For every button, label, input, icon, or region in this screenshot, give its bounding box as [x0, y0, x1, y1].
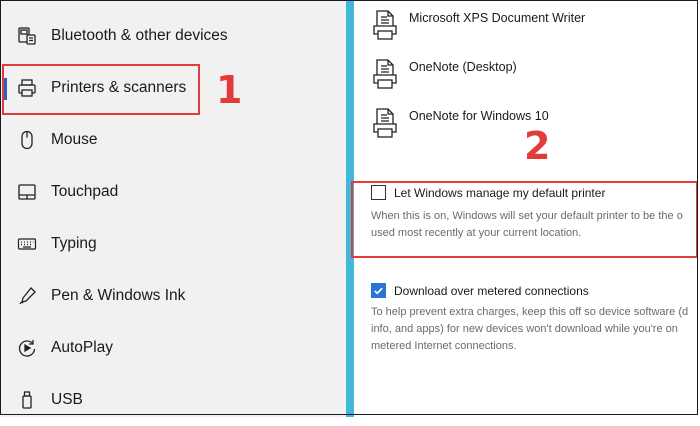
- sidebar-item-autoplay[interactable]: AutoPlay: [0, 322, 346, 374]
- sidebar-item-bluetooth[interactable]: Bluetooth & other devices: [0, 10, 346, 62]
- description-line: info, and apps) for new devices won't do…: [371, 323, 678, 335]
- printers-panel: Microsoft XPS Document Writer OneNote (D…: [351, 0, 700, 417]
- annotation-number-1: 1: [216, 68, 243, 112]
- sidebar-item-label: Mouse: [51, 131, 98, 148]
- mouse-icon: [17, 130, 37, 150]
- sidebar-item-label: USB: [51, 391, 83, 408]
- printer-name: OneNote for Windows 10: [409, 109, 549, 123]
- sidebar-item-typing[interactable]: Typing: [0, 218, 346, 270]
- metered-connections-checkbox[interactable]: Download over metered connections: [371, 283, 589, 298]
- printer-item[interactable]: OneNote (Desktop): [372, 59, 692, 99]
- printer-document-icon: [372, 108, 398, 138]
- printer-document-icon: [372, 59, 398, 89]
- pen-icon: [17, 286, 37, 306]
- annotation-box-step-1: [2, 64, 200, 115]
- autoplay-icon: [17, 338, 37, 358]
- description-line: To help prevent extra charges, keep this…: [371, 306, 689, 318]
- bluetooth-devices-icon: [17, 26, 37, 46]
- sidebar-item-label: Typing: [51, 235, 97, 252]
- sidebar-item-label: Bluetooth & other devices: [51, 27, 228, 44]
- printer-document-icon: [372, 10, 398, 40]
- keyboard-icon: [17, 234, 37, 254]
- printer-name: OneNote (Desktop): [409, 60, 517, 74]
- metered-connections-description: To help prevent extra charges, keep this…: [371, 304, 688, 355]
- sidebar-item-usb[interactable]: USB: [0, 374, 346, 426]
- sidebar-item-pen-windows-ink[interactable]: Pen & Windows Ink: [0, 270, 346, 322]
- printer-name: Microsoft XPS Document Writer: [409, 11, 586, 25]
- sidebar-item-label: Touchpad: [51, 183, 119, 200]
- sidebar-item-label: AutoPlay: [51, 339, 114, 356]
- checkbox-label: Download over metered connections: [394, 283, 589, 298]
- touchpad-icon: [17, 182, 37, 202]
- sidebar-item-label: Pen & Windows Ink: [51, 287, 186, 304]
- sidebar-item-touchpad[interactable]: Touchpad: [0, 166, 346, 218]
- usb-icon: [17, 390, 37, 410]
- annotation-number-2: 2: [524, 124, 551, 168]
- printer-item[interactable]: Microsoft XPS Document Writer: [372, 10, 692, 50]
- sidebar-item-mouse[interactable]: Mouse: [0, 114, 346, 166]
- annotation-box-step-2: [351, 181, 698, 258]
- checkbox-checked-icon[interactable]: [371, 283, 386, 298]
- settings-sidebar: Bluetooth & other devices Printers & sca…: [0, 0, 346, 417]
- description-line: metered Internet connections.: [371, 340, 517, 352]
